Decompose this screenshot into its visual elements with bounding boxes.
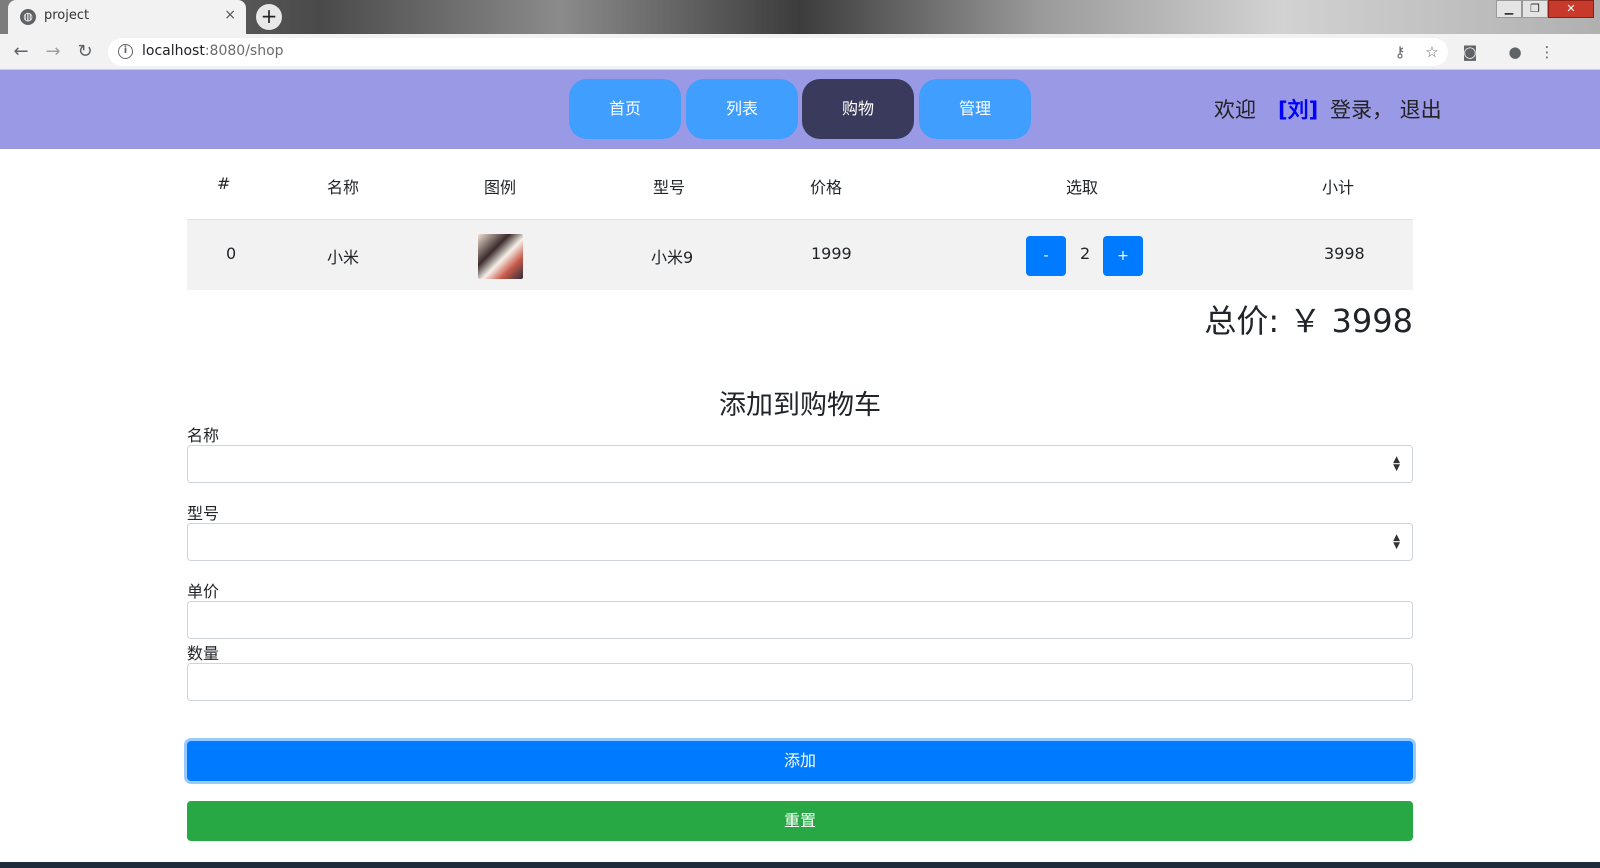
star-icon[interactable]: ☆ bbox=[1422, 42, 1442, 62]
row-model: 小米9 bbox=[651, 248, 694, 267]
site-header: 首页 列表 购物 管理 欢迎 [刘] 登录， 退出 bbox=[0, 70, 1600, 149]
url-text: localhost:8080/shop bbox=[142, 43, 284, 59]
browser-toolbar: ← → ↻ i localhost:8080/shop ⚷ ☆ ◙ ● ⋮ bbox=[0, 34, 1600, 70]
row-subtotal: 3998 bbox=[1324, 244, 1365, 263]
window-close-icon[interactable]: ✕ bbox=[1548, 0, 1594, 18]
nav-home[interactable]: 首页 bbox=[569, 79, 681, 139]
row-index: 0 bbox=[226, 244, 237, 263]
add-button[interactable]: 添加 bbox=[187, 741, 1413, 781]
nav-list[interactable]: 列表 bbox=[686, 79, 798, 139]
account-icon[interactable]: ● bbox=[1505, 42, 1525, 62]
globe-icon: ◍ bbox=[20, 9, 36, 25]
price-input[interactable] bbox=[187, 601, 1413, 639]
window-maximize-icon[interactable]: ❐ bbox=[1522, 0, 1548, 18]
browser-tab[interactable]: ◍ project × bbox=[8, 0, 246, 34]
column-header-subtotal: 小计 bbox=[1322, 178, 1355, 197]
welcome-text: 欢迎 bbox=[1214, 98, 1256, 122]
column-header-price: 价格 bbox=[810, 178, 843, 197]
price-label: 单价 bbox=[187, 582, 220, 601]
form-title: 添加到购物车 bbox=[719, 390, 881, 421]
os-taskbar bbox=[0, 862, 1600, 868]
nav-admin[interactable]: 管理 bbox=[919, 79, 1031, 139]
window-minimize-icon[interactable]: ▁ bbox=[1496, 0, 1522, 18]
incognito-icon[interactable]: ◙ bbox=[1460, 42, 1480, 62]
menu-dots-icon[interactable]: ⋮ bbox=[1537, 42, 1557, 62]
column-header-image: 图例 bbox=[484, 178, 517, 197]
select-arrows-icon: ▲ ▼ bbox=[1393, 455, 1400, 473]
reset-button[interactable]: 重置 bbox=[187, 801, 1413, 841]
product-thumbnail bbox=[478, 234, 523, 279]
row-quantity: 2 bbox=[1080, 244, 1091, 263]
browser-tab-strip: ◍ project × + ▁ ❐ ✕ bbox=[0, 0, 1600, 34]
reload-icon[interactable]: ↻ bbox=[74, 41, 96, 63]
cart-total: 总价: ￥ 3998 bbox=[1204, 302, 1413, 340]
quantity-label: 数量 bbox=[187, 644, 220, 663]
column-header-model: 型号 bbox=[653, 178, 686, 197]
forward-arrow-icon[interactable]: → bbox=[42, 41, 64, 63]
back-arrow-icon[interactable]: ← bbox=[10, 41, 32, 63]
close-tab-icon[interactable]: × bbox=[224, 7, 236, 23]
row-price: 1999 bbox=[811, 244, 852, 263]
browser-tab-title: project bbox=[44, 8, 90, 23]
model-label: 型号 bbox=[187, 504, 220, 523]
address-bar[interactable]: i localhost:8080/shop ⚷ ☆ bbox=[108, 38, 1448, 66]
name-select[interactable]: ▲ ▼ bbox=[187, 445, 1413, 483]
quantity-input[interactable] bbox=[187, 663, 1413, 701]
table-row: 0 小米 小米9 1999 - 2 + 3998 bbox=[187, 219, 1413, 290]
row-name: 小米 bbox=[327, 248, 360, 267]
new-tab-button[interactable]: + bbox=[256, 4, 282, 30]
column-header-index: # bbox=[217, 174, 231, 193]
increase-quantity-button[interactable]: + bbox=[1103, 236, 1143, 276]
name-label: 名称 bbox=[187, 426, 220, 445]
login-logout-links[interactable]: 登录， 退出 bbox=[1330, 94, 1442, 124]
column-header-select: 选取 bbox=[1066, 178, 1099, 197]
nav-shop[interactable]: 购物 bbox=[802, 79, 914, 139]
info-icon[interactable]: i bbox=[118, 44, 133, 59]
column-header-name: 名称 bbox=[327, 178, 360, 197]
decrease-quantity-button[interactable]: - bbox=[1026, 236, 1066, 276]
user-name: [刘] bbox=[1278, 98, 1319, 122]
model-select[interactable]: ▲ ▼ bbox=[187, 523, 1413, 561]
key-icon[interactable]: ⚷ bbox=[1390, 42, 1410, 62]
select-arrows-icon: ▲ ▼ bbox=[1393, 533, 1400, 551]
